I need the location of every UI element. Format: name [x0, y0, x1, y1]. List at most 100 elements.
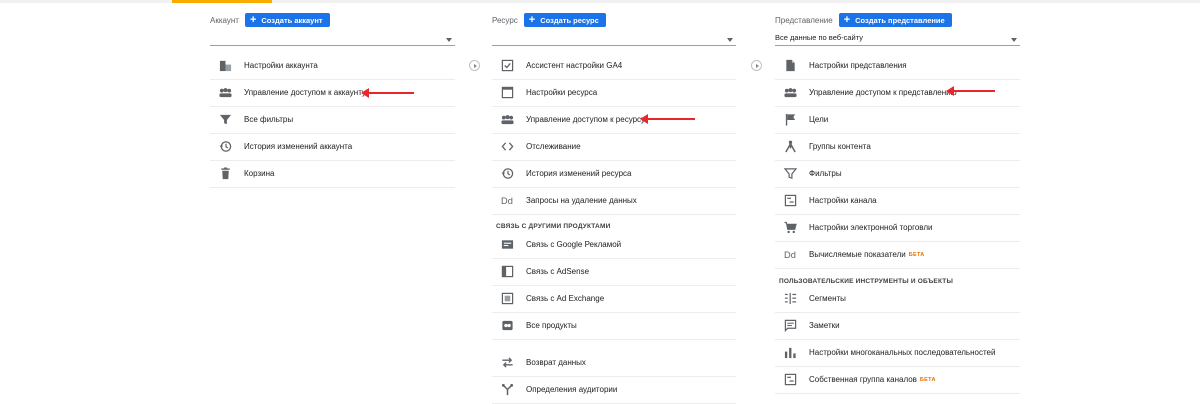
building-icon [218, 59, 232, 73]
menu-item-label: Ассистент настройки GA4 [526, 61, 623, 70]
people-icon [218, 86, 232, 100]
ads-icon [500, 238, 514, 252]
menu-item-goals[interactable]: Цели [775, 106, 1020, 134]
menu-item-label: Заметки [809, 321, 840, 330]
channel-icon [783, 194, 797, 208]
menu-item-segments[interactable]: Сегменты [775, 285, 1020, 313]
menu-item-label: Связь с Ad Exchange [526, 294, 605, 303]
content-groups-icon [783, 140, 797, 154]
menu-item-property-access[interactable]: Управление доступом к ресурсу [492, 106, 736, 134]
account-selector[interactable] [210, 33, 455, 46]
document-icon [783, 59, 797, 73]
create-account-button[interactable]: + Создать аккаунт [244, 13, 330, 27]
dropdown-caret-icon [727, 38, 733, 42]
menu-item-data-return[interactable]: Возврат данных [492, 349, 736, 377]
account-header: Аккаунт + Создать аккаунт [210, 13, 330, 27]
menu-item-label: Возврат данных [526, 358, 586, 367]
notes-icon [783, 319, 797, 333]
bar-chart-icon [783, 346, 797, 360]
menu-item-label: Настройки электронной торговли [809, 223, 933, 232]
segments-icon [783, 292, 797, 306]
menu-item-multichannel-settings[interactable]: Настройки многоканальных последовательно… [775, 339, 1020, 367]
menu-item-label: Управление доступом к аккаунту [244, 88, 366, 97]
menu-item-label: История изменений аккаунта [244, 142, 353, 151]
property-selector[interactable] [492, 33, 736, 46]
menu-item-custom-channel-grouping[interactable]: Собственная группа каналов БЕТА [775, 366, 1020, 394]
people-icon [783, 86, 797, 100]
cart-icon [783, 221, 797, 235]
data-return-icon [500, 356, 514, 370]
checkbox-icon [500, 59, 514, 73]
menu-item-property-settings[interactable]: Настройки ресурса [492, 79, 736, 107]
menu-item-adsense-link[interactable]: Связь с AdSense [492, 258, 736, 286]
menu-item-label: Настройки представления [809, 61, 907, 70]
annotation-arrow-account-access [361, 88, 414, 98]
filter-icon [783, 167, 797, 181]
menu-item-label: Управление доступом к представлению [809, 88, 957, 97]
view-label: Представление [775, 15, 833, 25]
menu-item-ecommerce-settings[interactable]: Настройки электронной торговли [775, 214, 1020, 242]
menu-item-tracking[interactable]: Отслеживание [492, 133, 736, 161]
menu-item-trash[interactable]: Корзина [210, 160, 455, 188]
menu-item-calculated-metrics[interactable]: Dd Вычисляемые показатели БЕТА [775, 241, 1020, 269]
create-view-button[interactable]: + Создать представление [838, 13, 952, 27]
menu-item-label: Фильтры [809, 169, 842, 178]
menu-item-account-history[interactable]: История изменений аккаунта [210, 133, 455, 161]
create-account-label: Создать аккаунт [261, 15, 323, 25]
section-title-product-links: СВЯЗЬ С ДРУГИМИ ПРОДУКТАМИ [496, 223, 611, 230]
annotation-arrow-view-access [946, 86, 995, 96]
menu-item-label: Вычисляемые показатели [809, 250, 906, 259]
menu-item-label: Связь с Google Рекламой [526, 240, 622, 249]
plus-icon: + [528, 14, 536, 26]
menu-item-all-filters[interactable]: Все фильтры [210, 106, 455, 134]
svg-text:Dd: Dd [784, 250, 796, 260]
menu-item-data-deletion[interactable]: Dd Запросы на удаление данных [492, 187, 736, 215]
channel-icon [783, 373, 797, 387]
menu-item-label: История изменений ресурса [526, 169, 632, 178]
view-selector[interactable]: Все данные по веб-сайту [775, 33, 1020, 46]
menu-item-view-settings[interactable]: Настройки представления [775, 52, 1020, 80]
menu-item-content-groups[interactable]: Группы контента [775, 133, 1020, 161]
menu-item-ga4-assistant[interactable]: Ассистент настройки GA4 [492, 52, 736, 80]
view-selector-value: Все данные по веб-сайту [775, 33, 863, 42]
menu-item-label: Настройки аккаунта [244, 61, 318, 70]
filter-icon [218, 113, 232, 127]
menu-item-view-access[interactable]: Управление доступом к представлению [775, 79, 1020, 107]
menu-item-label: Настройки ресурса [526, 88, 598, 97]
menu-item-view-filters[interactable]: Фильтры [775, 160, 1020, 188]
flag-icon [783, 113, 797, 127]
annotation-arrow-property-access [640, 114, 695, 124]
menu-item-label: Корзина [244, 169, 275, 178]
beta-badge: БЕТА [908, 251, 925, 258]
menu-item-label: Связь с AdSense [526, 267, 590, 276]
menu-item-property-history[interactable]: История изменений ресурса [492, 160, 736, 188]
create-property-label: Создать ресурс [540, 15, 599, 25]
column-connector-icon [469, 60, 480, 71]
menu-item-label: Все фильтры [244, 115, 294, 124]
beta-badge: БЕТА [919, 376, 936, 383]
menu-item-adexchange-link[interactable]: Связь с Ad Exchange [492, 285, 736, 313]
history-icon [218, 140, 232, 154]
menu-item-label: Отслеживание [526, 142, 581, 151]
menu-item-channel-settings[interactable]: Настройки канала [775, 187, 1020, 215]
menu-item-label: Цели [809, 115, 829, 124]
menu-item-label: Группы контента [809, 142, 871, 151]
audience-icon [500, 383, 514, 397]
menu-item-label: Собственная группа каналов [809, 375, 917, 384]
dd-icon: Dd [783, 248, 797, 262]
menu-item-all-products[interactable]: Все продукты [492, 312, 736, 340]
link-icon [500, 319, 514, 333]
svg-text:Dd: Dd [501, 196, 513, 206]
menu-item-annotations[interactable]: Заметки [775, 312, 1020, 340]
create-property-button[interactable]: + Создать ресурс [523, 13, 606, 27]
view-header: Представление + Создать представление [775, 13, 952, 27]
menu-item-google-ads-link[interactable]: Связь с Google Рекламой [492, 231, 736, 259]
window-icon [500, 86, 514, 100]
menu-item-account-access[interactable]: Управление доступом к аккаунту [210, 79, 455, 107]
plus-icon: + [249, 14, 257, 26]
dropdown-caret-icon [446, 38, 452, 42]
plus-icon: + [843, 14, 851, 26]
menu-item-label: Сегменты [809, 294, 846, 303]
account-label: Аккаунт [210, 15, 239, 25]
menu-item-account-settings[interactable]: Настройки аккаунта [210, 52, 455, 80]
